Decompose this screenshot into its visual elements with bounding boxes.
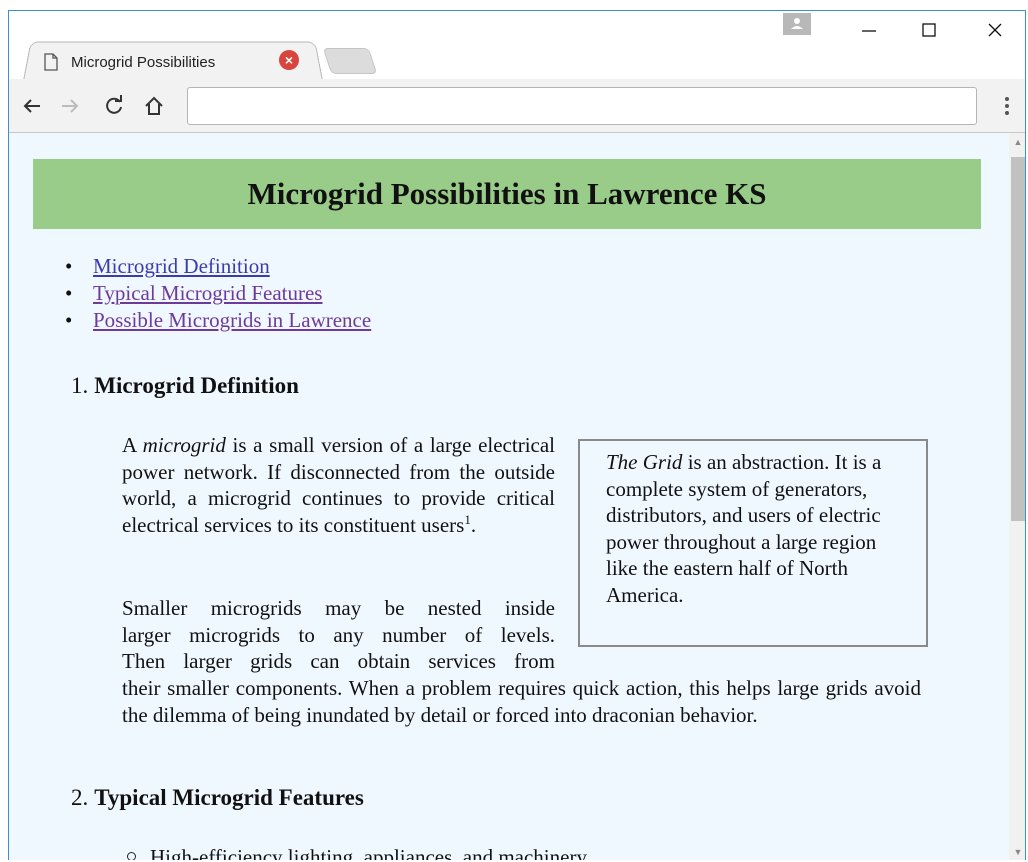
toc-link-definition[interactable]: Microgrid Definition — [93, 254, 270, 278]
page-title: Microgrid Possibilities in Lawrence KS — [247, 176, 767, 211]
nesting-paragraph-continued: their smaller components. When a problem… — [122, 676, 921, 727]
home-button[interactable] — [139, 91, 169, 121]
reload-button[interactable] — [99, 91, 129, 121]
definition-paragraph: A microgrid is a small version of a larg… — [122, 432, 555, 538]
section-heading-definition: 1. Microgrid Definition — [71, 373, 299, 399]
feature-list-item: High-efficiency lighting, appliances, an… — [127, 845, 591, 860]
toc-item: Possible Microgrids in Lawrence — [65, 307, 371, 334]
nesting-paragraph-wrap: Smaller microgrids may be nested inside l… — [122, 595, 555, 675]
toc-item: Microgrid Definition — [65, 253, 371, 280]
section-number: 1. — [71, 373, 89, 398]
profile-icon[interactable] — [783, 13, 811, 35]
address-bar[interactable] — [187, 87, 977, 125]
scroll-thumb[interactable] — [1011, 157, 1025, 521]
text-run: larger microgrids to any number of level… — [122, 622, 555, 647]
scroll-up-icon[interactable]: ▲ — [1009, 133, 1025, 151]
section-number: 2. — [71, 785, 89, 810]
toc-link-features[interactable]: Typical Microgrid Features — [93, 281, 322, 305]
menu-icon[interactable] — [997, 91, 1017, 121]
circle-bullet-icon — [127, 852, 136, 860]
forward-button[interactable] — [55, 91, 85, 121]
vertical-scrollbar[interactable]: ▲ ▼ — [1009, 133, 1025, 860]
toc-item: Typical Microgrid Features — [65, 280, 371, 307]
close-tab-icon[interactable]: × — [279, 50, 299, 70]
toc-link-possible[interactable]: Possible Microgrids in Lawrence — [93, 308, 371, 332]
forward-arrow-icon — [62, 99, 79, 113]
maximize-icon[interactable] — [909, 15, 949, 45]
minimize-icon[interactable] — [849, 15, 889, 45]
back-button[interactable] — [17, 91, 47, 121]
title-bar: Microgrid Possibilities × — [9, 11, 1025, 80]
reload-icon — [106, 95, 122, 114]
close-window-icon[interactable] — [975, 15, 1015, 45]
section-title: Typical Microgrid Features — [94, 785, 364, 810]
text-run: Smaller microgrids may be nested inside — [122, 596, 555, 620]
browser-toolbar — [9, 79, 1025, 133]
back-arrow-icon — [23, 99, 40, 113]
tab-title: Microgrid Possibilities — [71, 53, 216, 71]
page-banner: Microgrid Possibilities in Lawrence KS — [33, 159, 981, 229]
section-heading-features: 2. Typical Microgrid Features — [71, 785, 364, 811]
page-content: Microgrid Possibilities in Lawrence KS M… — [9, 133, 1009, 860]
browser-window: Microgrid Possibilities × Microgrid Poss… — [8, 10, 1026, 860]
text-run: Then larger grids can obtain services fr… — [122, 649, 555, 674]
page-icon — [44, 53, 58, 71]
tab-content: Microgrid Possibilities — [39, 47, 319, 77]
section-title: Microgrid Definition — [94, 373, 299, 398]
emphasis-microgrid: microgrid — [142, 433, 226, 457]
grid-callout-box: The Grid is an abstraction. It is a comp… — [578, 439, 928, 647]
feature-text: High-efficiency lighting, appliances, an… — [150, 845, 591, 860]
emphasis-the-grid: The Grid — [606, 450, 683, 474]
scroll-down-icon[interactable]: ▼ — [1009, 843, 1025, 860]
new-tab-button[interactable] — [322, 48, 378, 74]
home-icon — [145, 96, 163, 115]
text-run: . — [470, 512, 477, 537]
table-of-contents: Microgrid Definition Typical Microgrid F… — [65, 253, 371, 334]
text-run: A — [122, 433, 143, 457]
